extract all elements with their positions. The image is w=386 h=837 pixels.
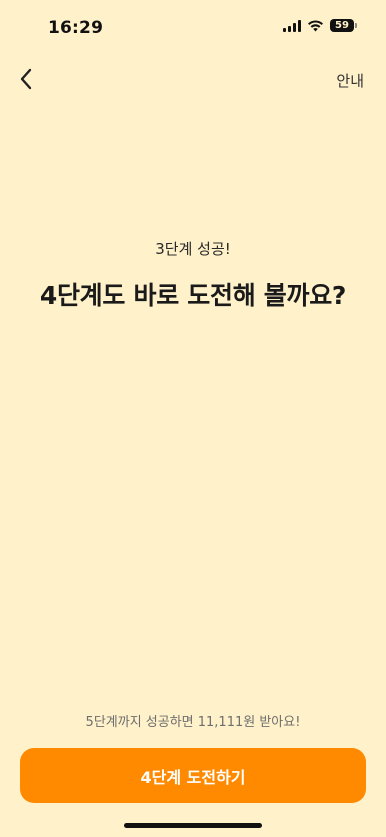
chevron-left-icon bbox=[20, 68, 32, 90]
status-icons: 59 bbox=[283, 19, 357, 32]
reward-note: 5단계까지 성공하면 11,111원 받아요! bbox=[85, 715, 301, 730]
battery-level: 59 bbox=[335, 20, 349, 31]
nav-bar: 안내 bbox=[0, 60, 386, 100]
status-time: 16:29 bbox=[48, 18, 104, 38]
next-stage-headline: 4단계도 바로 도전해 볼까요? bbox=[39, 281, 347, 310]
stage-success-subtitle: 3단계 성공! bbox=[155, 240, 231, 258]
cellular-signal-icon bbox=[283, 19, 301, 32]
wifi-icon bbox=[308, 19, 323, 31]
status-bar: 16:29 59 bbox=[0, 0, 386, 54]
guide-link[interactable]: 안내 bbox=[336, 70, 364, 91]
back-button[interactable] bbox=[12, 64, 40, 94]
battery-icon: 59 bbox=[330, 19, 357, 32]
home-indicator bbox=[124, 823, 262, 828]
start-stage-4-button[interactable]: 4단계 도전하기 bbox=[20, 748, 366, 803]
